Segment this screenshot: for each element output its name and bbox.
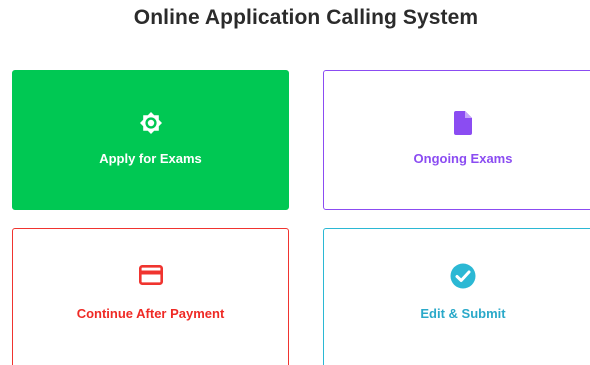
gear-icon [13,111,288,135]
apply-for-exams-card[interactable]: Apply for Exams [12,70,289,210]
edit-and-submit-card[interactable]: Edit & Submit [323,228,590,365]
apply-for-exams-label: Apply for Exams [99,151,202,166]
edit-and-submit-label: Edit & Submit [420,306,506,321]
credit-card-icon [13,265,288,285]
check-circle-icon [324,263,590,289]
continue-after-payment-label: Continue After Payment [76,306,225,321]
document-icon [324,111,590,135]
ongoing-exams-label: Ongoing Exams [413,151,513,166]
continue-after-payment-card[interactable]: Continue After Payment [12,228,289,365]
page: Online Application Calling System Apply … [0,0,590,365]
page-title: Online Application Calling System [133,6,479,29]
ongoing-exams-card[interactable]: Ongoing Exams [323,70,590,210]
